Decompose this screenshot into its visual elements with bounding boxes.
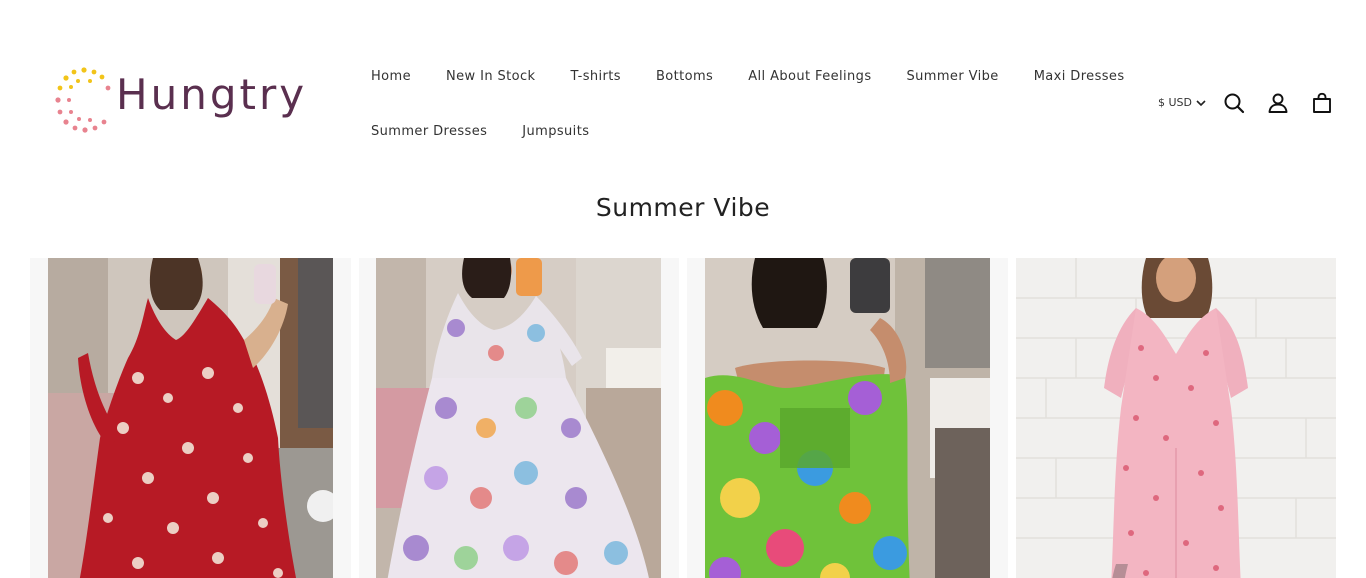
sun-dots-icon — [55, 67, 111, 133]
product-grid — [30, 258, 1336, 578]
search-icon[interactable] — [1223, 92, 1245, 114]
nav-item-jumpsuits[interactable]: Jumpsuits — [522, 124, 589, 139]
product-card[interactable] — [359, 258, 679, 578]
product-card[interactable] — [687, 258, 1008, 578]
nav-item-new-in-stock[interactable]: New In Stock — [446, 69, 535, 84]
product-image[interactable] — [705, 258, 990, 578]
nav-item-summer-dresses[interactable]: Summer Dresses — [371, 124, 487, 139]
currency-selector[interactable]: $ USD — [1158, 96, 1206, 109]
section-title: Summer Vibe — [595, 193, 771, 222]
product-card[interactable] — [30, 258, 351, 578]
nav-row-secondary: Summer Dresses Jumpsuits — [371, 117, 1131, 145]
pink-leopard-jumpsuit-photo — [1016, 258, 1336, 578]
nav-row-primary: Home New In Stock T-shirts Bottoms All A… — [371, 62, 1131, 90]
product-image[interactable] — [376, 258, 661, 578]
account-icon[interactable] — [1267, 92, 1289, 114]
nav-item-home[interactable]: Home — [371, 69, 411, 84]
product-image[interactable] — [1016, 258, 1336, 578]
nav-item-bottoms[interactable]: Bottoms — [656, 69, 713, 84]
cart-bag-icon[interactable] — [1311, 92, 1333, 114]
currency-label: $ USD — [1158, 96, 1192, 109]
brand-name: Hungtry — [116, 70, 308, 119]
floral-purple-dress-photo — [376, 258, 661, 578]
nav-item-summer-vibe[interactable]: Summer Vibe — [907, 69, 999, 84]
site-header: Hungtry Home New In Stock T-shirts Botto… — [0, 0, 1366, 180]
product-card[interactable] — [1016, 258, 1336, 578]
product-image[interactable] — [48, 258, 333, 578]
main-navigation: Home New In Stock T-shirts Bottoms All A… — [371, 62, 1131, 172]
nav-item-all-about-feelings[interactable]: All About Feelings — [748, 69, 871, 84]
red-patterned-dress-photo — [48, 258, 333, 578]
chevron-down-icon — [1196, 99, 1206, 106]
nav-item-maxi-dresses[interactable]: Maxi Dresses — [1034, 69, 1125, 84]
nav-item-t-shirts[interactable]: T-shirts — [570, 69, 620, 84]
brand-logo[interactable]: Hungtry — [52, 64, 312, 136]
green-multicolor-dress-photo — [705, 258, 990, 578]
